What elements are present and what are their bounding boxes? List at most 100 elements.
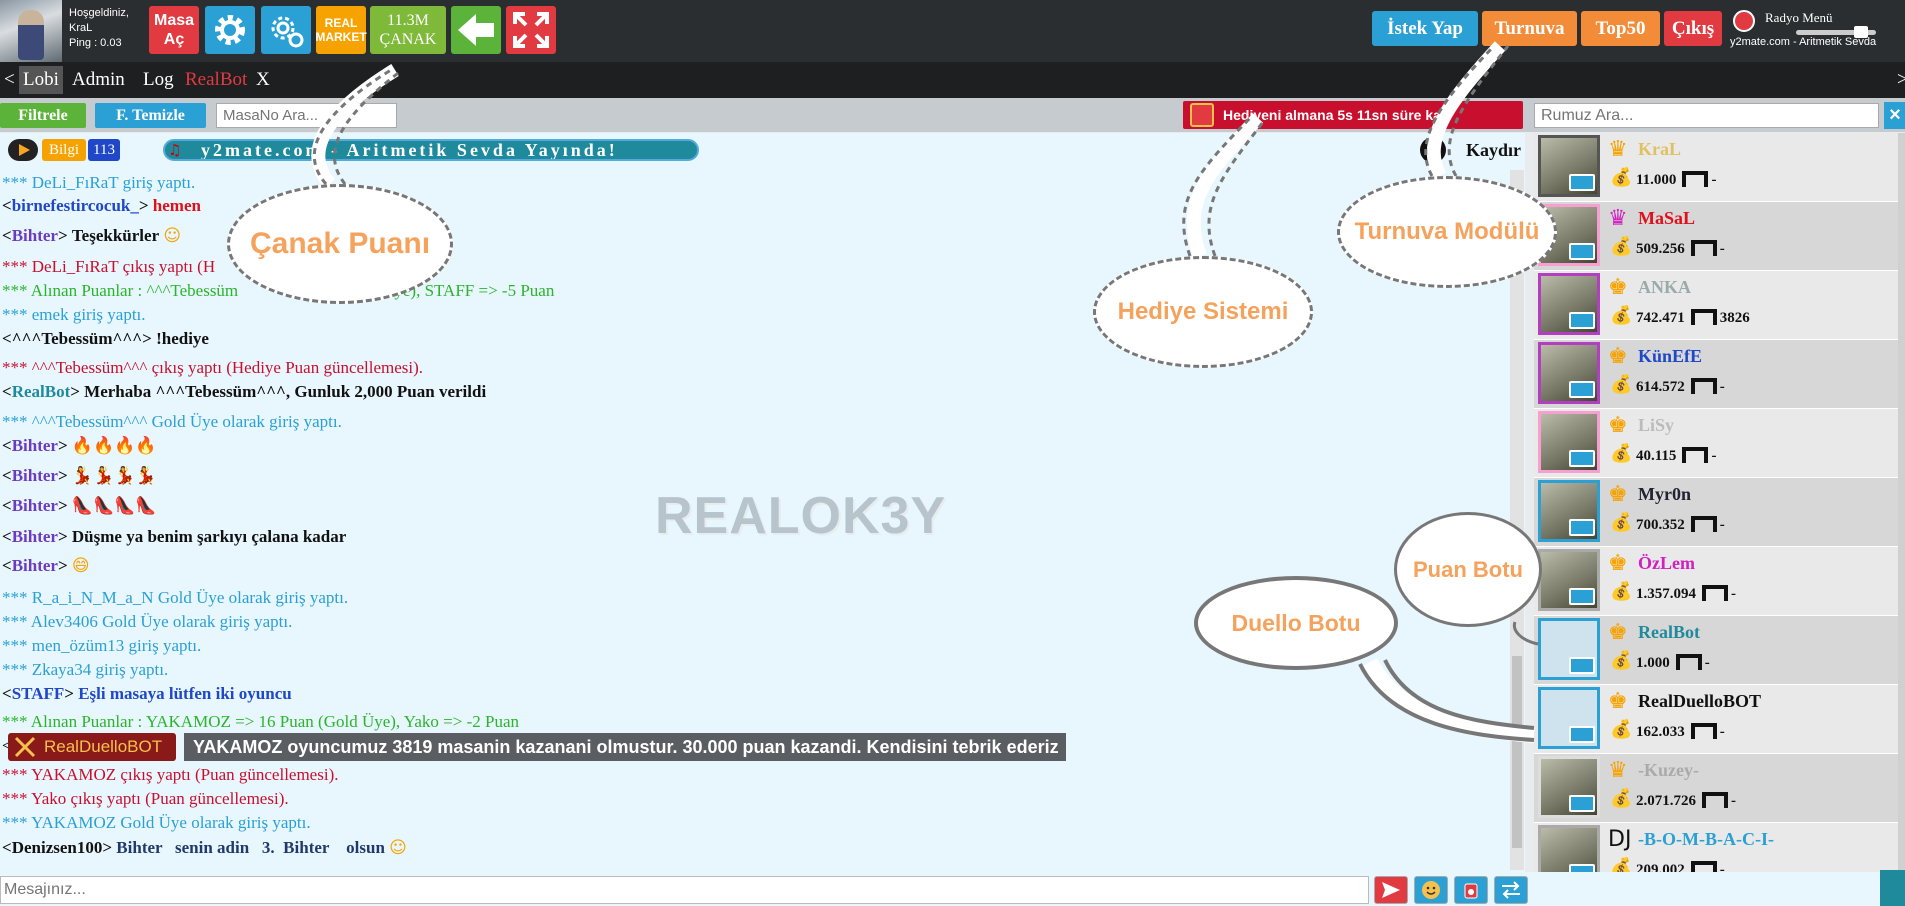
back-button[interactable] [451, 6, 501, 54]
user-name[interactable]: RealDuelloBOT [1638, 691, 1761, 712]
chat-nick[interactable]: Bihter [12, 466, 58, 485]
emoji-button[interactable] [1414, 876, 1448, 904]
user-table-number[interactable]: - [1711, 172, 1716, 188]
chat-nick[interactable]: ^^^Tebessüm^^^ [12, 329, 142, 348]
close-icon[interactable]: × [1884, 102, 1905, 129]
chat-scrollbar-thumb[interactable] [1512, 656, 1522, 848]
rank-crown-icon: ♚ [1608, 689, 1628, 714]
user-avatar[interactable] [1538, 273, 1600, 335]
user-table-number[interactable]: 3826 [1720, 310, 1750, 326]
user-table-number[interactable]: - [1720, 517, 1725, 533]
chat-nick[interactable]: Bihter [12, 556, 58, 575]
user-avatar[interactable] [1538, 135, 1600, 197]
callout-turnuva: Turnuva Modülü [1337, 176, 1557, 288]
brand-watermark: REALOK3Y [655, 487, 947, 545]
user-table-number[interactable]: - [1731, 586, 1736, 602]
user-table-number[interactable]: - [1720, 379, 1725, 395]
user-points: 1.000 - [1636, 654, 1710, 672]
chat-nick[interactable]: Bihter [12, 527, 58, 546]
user-name[interactable]: MaSaL [1638, 208, 1695, 229]
chat-line: *** ^^^Tebessüm^^^ Gold Üye olarak giriş… [2, 412, 342, 431]
chat-nick[interactable]: RealBot [12, 382, 71, 401]
money-bag-icon: 💰 [1610, 512, 1633, 533]
gift-banner[interactable]: Hediyeni almana 5s 11sn süre ka [1183, 101, 1523, 129]
callout-canak: Çanak Puanı [227, 184, 453, 304]
filtrele-button[interactable]: Filtrele [0, 103, 86, 128]
play-icon[interactable] [8, 139, 38, 161]
chat-nick[interactable]: Bihter [12, 226, 58, 245]
message-input[interactable] [0, 876, 1369, 904]
canak-button[interactable]: 11.3M ÇANAK [370, 6, 446, 54]
user-table-number[interactable]: - [1720, 241, 1725, 257]
canak-value: 11.3M [387, 12, 429, 29]
my-avatar[interactable] [0, 0, 62, 62]
user-name[interactable]: KünEfE [1638, 346, 1702, 367]
swap-button[interactable] [1494, 876, 1528, 904]
real-market-label: REAL MARKET [315, 16, 367, 44]
user-table-number[interactable]: - [1720, 724, 1725, 740]
chat-nick[interactable]: Denizsen100 [12, 838, 103, 857]
user-avatar[interactable] [1538, 342, 1600, 404]
settings-button[interactable] [205, 6, 255, 54]
user-points: 700.352 - [1636, 516, 1725, 534]
user-name[interactable]: -Kuzey- [1638, 760, 1699, 781]
user-name[interactable]: RealBot [1638, 622, 1700, 643]
user-avatar[interactable] [1538, 549, 1600, 611]
bilgi-button[interactable]: Bilgi [42, 139, 86, 161]
rumuz-search-input[interactable] [1534, 103, 1879, 128]
temizle-button[interactable]: F. Temizle [95, 103, 206, 128]
radio-icon[interactable] [1733, 10, 1755, 32]
scroll-toggle-icon[interactable] [1420, 137, 1446, 163]
tab-lobi[interactable]: Lobi [19, 66, 63, 94]
callout-hediye: Hediye Sistemi [1093, 256, 1313, 368]
istek-yap-button[interactable]: İstek Yap [1372, 11, 1478, 46]
user-avatar[interactable] [1538, 411, 1600, 473]
chat-nick[interactable]: Bihter [12, 496, 58, 515]
user-name[interactable]: ÖzLem [1638, 553, 1695, 574]
masa-search-input[interactable] [216, 103, 397, 128]
chat-nick[interactable]: birnefestircocuk_ [12, 196, 139, 215]
user-list-scrollbar[interactable] [1898, 133, 1905, 906]
chat-nick[interactable]: Bihter [12, 436, 58, 455]
user-avatar[interactable] [1538, 618, 1600, 680]
user-name[interactable]: LiSy [1638, 415, 1674, 436]
tab-prev[interactable]: < [0, 66, 19, 94]
tab-next[interactable]: > [1893, 66, 1905, 94]
tab-realbot[interactable]: RealBot [181, 66, 251, 94]
masa-ac-button[interactable]: Masa Aç [149, 6, 199, 54]
user-avatar[interactable] [1538, 756, 1600, 818]
user-table-number[interactable]: - [1705, 655, 1710, 671]
table-icon [1675, 654, 1702, 670]
real-market-button[interactable]: REAL MARKET [315, 6, 367, 54]
fullscreen-button[interactable] [506, 6, 556, 54]
tab-admin[interactable]: Admin [68, 66, 129, 94]
user-table-number[interactable]: - [1731, 793, 1736, 809]
user-name[interactable]: Myr0n [1638, 484, 1691, 505]
user-name[interactable]: ANKA [1638, 277, 1691, 298]
user-name[interactable]: KraL [1638, 139, 1681, 160]
radio-now-playing: y2mate.com - Aritmetik Sevda [1730, 36, 1877, 48]
expand-corner-icon[interactable] [1880, 870, 1905, 906]
callout-puan-botu: Puan Botu [1394, 512, 1542, 627]
user-avatar[interactable] [1538, 687, 1600, 749]
tab-log[interactable]: Log [139, 66, 178, 94]
top50-button[interactable]: Top50 [1581, 11, 1660, 46]
chat-line: <Denizsen100> Bihter senin adin 3. Bihte… [2, 838, 407, 858]
tv-icon [1569, 312, 1595, 329]
turnuva-button[interactable]: Turnuva [1482, 11, 1577, 46]
tab-close-button[interactable]: X [252, 66, 274, 94]
user-points: 509.256 - [1636, 240, 1725, 258]
gear-icon [215, 15, 245, 45]
user-avatar[interactable] [1538, 480, 1600, 542]
cikis-button[interactable]: Çıkış [1664, 11, 1722, 46]
radio-button[interactable] [1454, 876, 1488, 904]
user-table-number[interactable]: - [1711, 448, 1716, 464]
money-bag-icon: 💰 [1610, 650, 1633, 671]
user-settings-button[interactable] [261, 6, 311, 54]
send-button[interactable] [1374, 876, 1408, 904]
user-name[interactable]: -B-O-M-B-A-C-I- [1638, 829, 1774, 850]
kaydir-label[interactable]: Kaydır [1466, 140, 1521, 161]
chat-nick[interactable]: STAFF [12, 684, 65, 703]
radio-menu[interactable]: Radyo Menü y2mate.com - Aritmetik Sevda [1730, 8, 1900, 54]
chat-message: 👠👠👠👠 [71, 496, 157, 516]
